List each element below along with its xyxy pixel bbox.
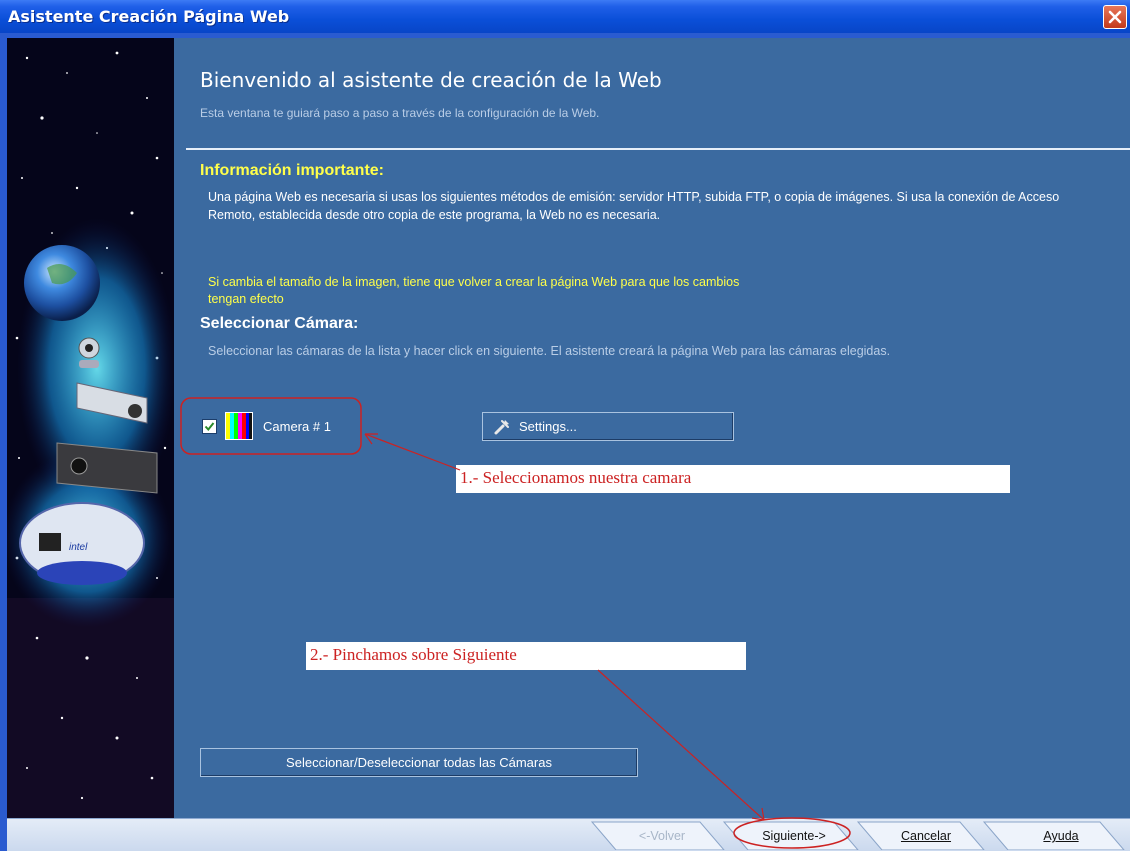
wizard-window: Asistente Creación Página Web intel Bien… (0, 0, 1130, 851)
page-subtitle: Esta ventana te guiará paso a paso a tra… (200, 106, 600, 120)
camera-checkbox[interactable] (202, 418, 217, 434)
title-bar[interactable]: Asistente Creación Página Web (0, 0, 1130, 33)
camera-label: Camera # 1 (263, 418, 331, 434)
warning-text: Si cambia el tamaño de la imagen, tiene … (208, 274, 908, 308)
wizard-sidebar-image: intel (7, 38, 174, 818)
window-title: Asistente Creación Página Web (8, 7, 290, 26)
warning-line-1: Si cambia el tamaño de la imagen, tiene … (208, 275, 740, 289)
color-bars-icon (225, 412, 253, 440)
next-button[interactable]: Siguiente-> (742, 822, 846, 850)
camera-list-item[interactable]: Camera # 1 (202, 412, 331, 440)
close-icon (1108, 10, 1122, 24)
settings-label: Settings... (519, 419, 577, 434)
settings-button[interactable]: Settings... (482, 412, 734, 441)
starfield-graphic: intel (7, 38, 174, 818)
annotation-step-2: 2.- Pinchamos sobre Siguiente (306, 642, 746, 670)
header-divider (186, 148, 1130, 150)
camera-select-text: Seleccionar las cámaras de la lista y ha… (208, 344, 891, 358)
back-button[interactable]: <-Volver (610, 822, 714, 850)
select-all-cameras-button[interactable]: Seleccionar/Deseleccionar todas las Cáma… (200, 748, 638, 777)
info-text: Una página Web es necesaria si usas los … (208, 190, 1060, 222)
warning-line-2: tengan efecto (208, 292, 284, 306)
checkmark-icon (204, 421, 215, 431)
wizard-content: Bienvenido al asistente de creación de l… (174, 38, 1130, 818)
camera-select-title: Seleccionar Cámara: (200, 315, 359, 332)
cancel-button[interactable]: Cancelar (874, 822, 978, 850)
annotation-step-1: 1.- Seleccionamos nuestra camara (456, 465, 1010, 493)
help-button[interactable]: Ayuda (1006, 822, 1116, 850)
info-title: Información importante: (200, 162, 385, 179)
tools-icon (494, 419, 509, 434)
close-button[interactable] (1103, 5, 1127, 29)
svg-text:intel: intel (69, 542, 88, 553)
page-title: Bienvenido al asistente de creación de l… (200, 68, 662, 92)
